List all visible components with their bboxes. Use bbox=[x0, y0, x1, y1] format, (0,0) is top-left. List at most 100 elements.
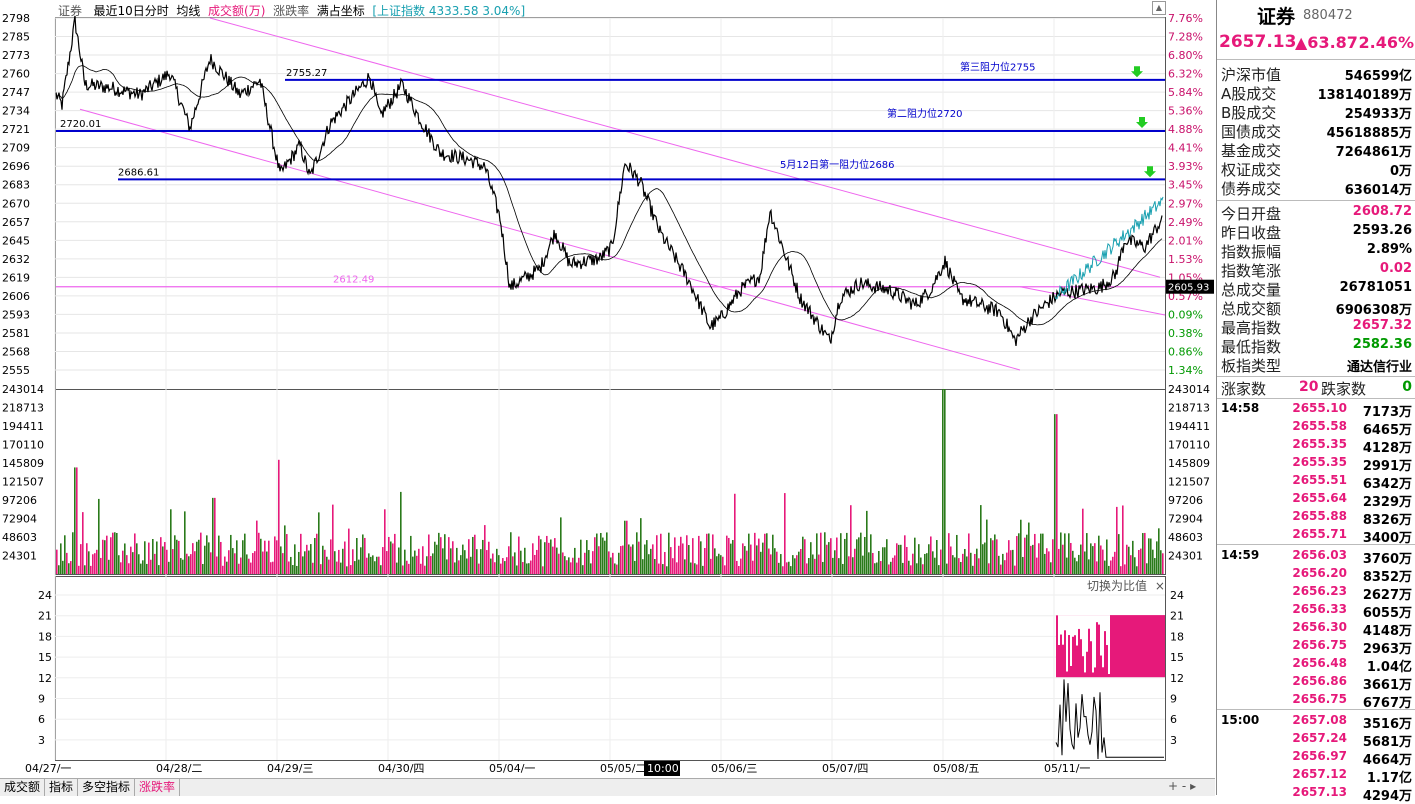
bottom-tabs: 成交额指标多空指标涨跌率 bbox=[0, 778, 1215, 796]
quote-panel: 证券 880472 2657.13 ▲63.87 2.46% 沪深市值54659… bbox=[1216, 0, 1415, 795]
price-line bbox=[56, 16, 1054, 346]
volume-bar bbox=[706, 534, 708, 574]
volume-bar bbox=[1074, 558, 1076, 574]
volume-bar bbox=[196, 542, 198, 574]
volume-bar bbox=[114, 532, 116, 574]
volume-bar bbox=[856, 539, 858, 574]
ratio-tick-label: 15 bbox=[38, 651, 52, 664]
volume-bar bbox=[1008, 540, 1010, 574]
volume-bar bbox=[674, 537, 676, 574]
ratio-gap bbox=[1084, 615, 1086, 672]
volume-bar bbox=[1032, 545, 1034, 574]
volume-bar bbox=[290, 557, 292, 574]
scroll-right-icon[interactable]: ▸ bbox=[1190, 779, 1196, 793]
volume-bar bbox=[1042, 534, 1044, 574]
toolbar-period[interactable]: 最近10日分时 bbox=[93, 4, 168, 18]
volume-bar bbox=[858, 537, 860, 574]
tick-price: 2655.64 bbox=[1277, 491, 1347, 505]
toolbar-change-rate[interactable]: 涨跌率 bbox=[273, 4, 309, 18]
ratio-gap bbox=[1060, 615, 1062, 634]
volume-bar bbox=[576, 563, 578, 574]
volume-bar bbox=[286, 534, 288, 574]
volume-bar bbox=[864, 537, 866, 574]
volume-bar bbox=[58, 565, 60, 574]
tab-volume[interactable]: 成交额 bbox=[0, 779, 45, 796]
volume-bar bbox=[1162, 553, 1164, 574]
volume-bar bbox=[452, 541, 454, 574]
scroll-up-icon[interactable]: ▲ bbox=[1152, 1, 1166, 15]
toolbar-mode[interactable]: 均线 bbox=[176, 4, 200, 18]
zoom-out-icon[interactable]: - bbox=[1182, 779, 1186, 793]
stat-row: A股成交138140189万 bbox=[1217, 83, 1415, 102]
price-tick-label: 2555 bbox=[2, 364, 30, 377]
toolbar-ref-index[interactable]: [上证指数 bbox=[372, 4, 425, 18]
volume-bar bbox=[514, 552, 516, 574]
volume-bar bbox=[562, 552, 564, 574]
volume-bar bbox=[110, 537, 112, 574]
chart-svg[interactable]: 2798278527732760274727342721270926962683… bbox=[0, 0, 1215, 795]
volume-bar bbox=[180, 558, 182, 574]
chart-area[interactable]: 2798278527732760274727342721270926962683… bbox=[0, 0, 1215, 795]
toolbar-indicator[interactable]: 成交额(万) bbox=[208, 4, 265, 18]
tab-longshort[interactable]: 多空指标 bbox=[78, 779, 135, 796]
close-icon[interactable]: × bbox=[1155, 579, 1165, 593]
volume-bar bbox=[350, 565, 352, 574]
tick-price: 2657.12 bbox=[1277, 767, 1347, 781]
volume-bar bbox=[378, 557, 380, 574]
stat-label: 沪深市值 bbox=[1221, 64, 1281, 85]
stat-row: 昨日收盘2593.26 bbox=[1217, 222, 1415, 241]
volume-bar bbox=[402, 565, 404, 574]
volume-bar bbox=[574, 548, 576, 574]
zoom-in-icon[interactable]: + bbox=[1168, 779, 1178, 793]
ratio-toggle-button[interactable]: 切换为比值 × bbox=[1087, 577, 1165, 594]
volume-bar bbox=[1120, 566, 1122, 574]
toolbar-full-coord[interactable]: 满占坐标 bbox=[317, 4, 365, 18]
volume-bar bbox=[958, 558, 960, 574]
tab-indicator[interactable]: 指标 bbox=[45, 779, 78, 796]
volume-bar bbox=[474, 535, 476, 574]
ratio-tick-label-right: 15 bbox=[1170, 651, 1184, 664]
volume-bar bbox=[430, 556, 432, 574]
volume-bar bbox=[352, 549, 354, 574]
ratio-tick-label-right: 24 bbox=[1170, 589, 1184, 602]
volume-bar bbox=[788, 562, 790, 574]
pct-tick-label: 6.32% bbox=[1168, 68, 1203, 81]
ratio-gap bbox=[1086, 615, 1088, 652]
volume-bar bbox=[442, 548, 444, 574]
volume-bar bbox=[418, 549, 420, 574]
volume-tick-label-right: 48603 bbox=[1168, 531, 1203, 544]
volume-bar bbox=[244, 534, 246, 574]
current-price-label: 2605.93 bbox=[1168, 283, 1209, 294]
volume-bar bbox=[894, 555, 896, 574]
volume-bar bbox=[688, 545, 690, 574]
volume-bar bbox=[786, 562, 788, 574]
volume-bar bbox=[560, 517, 562, 574]
volume-bar bbox=[648, 554, 650, 574]
price-tick-label: 2709 bbox=[2, 142, 30, 155]
tab-change-rate[interactable]: 涨跌率 bbox=[135, 779, 180, 796]
volume-bar bbox=[594, 537, 596, 574]
chart-toolbar: 证券 最近10日分时 均线 成交额(万) 涨跌率 满占坐标 [上证指数 4333… bbox=[58, 2, 525, 19]
volume-bar bbox=[980, 505, 982, 574]
volume-bar bbox=[144, 541, 146, 574]
stat-label: 今日开盘 bbox=[1221, 203, 1281, 224]
volume-bar bbox=[184, 511, 186, 574]
volume-bar bbox=[1072, 551, 1074, 574]
volume-bar bbox=[776, 552, 778, 574]
volume-bar bbox=[992, 540, 994, 574]
volume-bar bbox=[990, 538, 992, 574]
volume-bar bbox=[1024, 538, 1026, 574]
volume-bar bbox=[314, 538, 316, 574]
volume-bar bbox=[1150, 539, 1152, 574]
volume-bar bbox=[952, 555, 954, 574]
volume-bar bbox=[834, 550, 836, 574]
volume-bar bbox=[366, 558, 368, 574]
volume-bar bbox=[860, 533, 862, 574]
tick-price: 2655.51 bbox=[1277, 473, 1347, 487]
volume-bar bbox=[552, 547, 554, 574]
pct-tick-label: 5.84% bbox=[1168, 86, 1203, 99]
volume-bar bbox=[868, 552, 870, 574]
tick-price: 2656.03 bbox=[1277, 548, 1347, 562]
volume-bar bbox=[708, 533, 710, 574]
volume-bar bbox=[472, 537, 474, 574]
